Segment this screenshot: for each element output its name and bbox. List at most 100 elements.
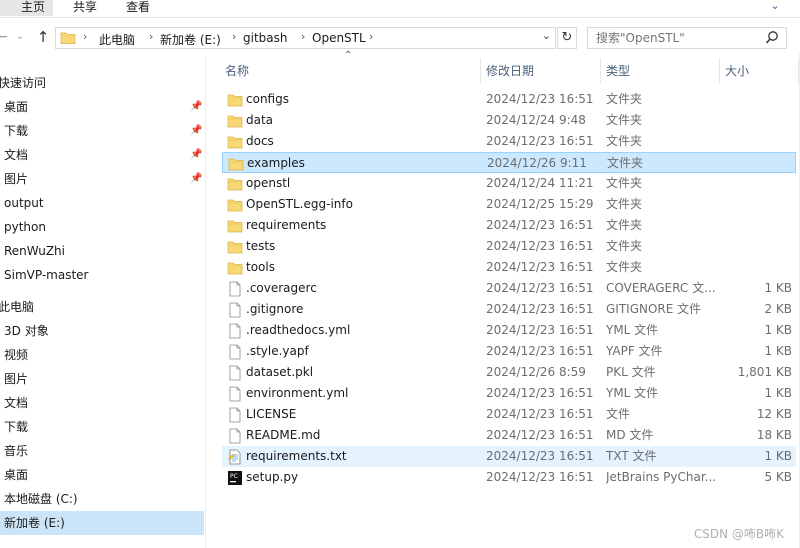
- file-name: .coveragerc: [246, 281, 317, 295]
- address-row: ← ⌄ ↑ › 此电脑 › 新加卷 (E:) › gitbash › OpenS…: [0, 24, 800, 52]
- file-row[interactable]: data 2024/12/24 9:48 文件夹: [222, 110, 796, 131]
- file-row[interactable]: openstl 2024/12/24 11:21 文件夹: [222, 173, 796, 194]
- file-row[interactable]: requirements.txt 2024/12/23 16:51 TXT 文件 1 …: [222, 446, 796, 467]
- nav-item-pc-downloads[interactable]: 下载: [0, 415, 204, 439]
- file-name: README.md: [246, 428, 321, 442]
- nav-item-pc-pictures[interactable]: 图片: [0, 367, 204, 391]
- refresh-icon[interactable]: ↻: [557, 27, 577, 49]
- nav-item-videos[interactable]: 视频: [0, 343, 204, 367]
- file-row[interactable]: .style.yapf 2024/12/23 16:51 YAPF 文件 1 KB: [222, 341, 796, 362]
- tab-view[interactable]: 查看: [126, 0, 150, 16]
- file-row[interactable]: configs 2024/12/23 16:51 文件夹: [222, 89, 796, 110]
- file-modified-date: 2024/12/23 16:51: [486, 218, 594, 232]
- chevron-right-icon[interactable]: ›: [301, 30, 305, 43]
- file-modified-date: 2024/12/23 16:51: [486, 92, 594, 106]
- pin-icon: 📌: [190, 173, 203, 184]
- file-row[interactable]: examples 2024/12/26 9:11 文件夹: [222, 152, 796, 173]
- nav-item-documents[interactable]: 文档 📌: [0, 143, 204, 167]
- search-input[interactable]: [588, 28, 766, 48]
- nav-quick-access[interactable]: 快速访问: [0, 71, 204, 95]
- file-row[interactable]: .gitignore 2024/12/23 16:51 GITIGNORE 文件 2 …: [222, 299, 796, 320]
- file-modified-date: 2024/12/24 11:21: [486, 176, 594, 190]
- folder-icon: [227, 113, 243, 129]
- column-header-date[interactable]: 修改日期: [486, 58, 534, 84]
- chevron-right-icon[interactable]: ›: [369, 30, 373, 43]
- folder-icon: [227, 239, 243, 255]
- breadcrumb-this-pc[interactable]: 此电脑: [99, 31, 135, 48]
- file-icon: [227, 323, 243, 339]
- column-header-size[interactable]: 大小: [725, 58, 749, 84]
- nav-item-desktop[interactable]: 桌面 📌: [0, 95, 204, 119]
- column-divider[interactable]: [600, 58, 601, 84]
- file-name: tests: [246, 239, 276, 253]
- file-row[interactable]: .coveragerc 2024/12/23 16:51 COVERAGERC 文.…: [222, 278, 796, 299]
- folder-icon: [227, 218, 243, 234]
- folder-icon: [227, 260, 243, 276]
- search-box: [587, 27, 787, 49]
- nav-item-pictures[interactable]: 图片 📌: [0, 167, 204, 191]
- nav-item-pc-desktop[interactable]: 桌面: [0, 463, 204, 487]
- nav-item-downloads[interactable]: 下载 📌: [0, 119, 204, 143]
- file-row[interactable]: .readthedocs.yml 2024/12/23 16:51 YML 文件 1 …: [222, 320, 796, 341]
- nav-item-simvp-master[interactable]: SimVP-master: [0, 263, 204, 287]
- file-name: requirements: [246, 218, 327, 232]
- nav-item-python[interactable]: python: [0, 215, 204, 239]
- expand-ribbon-icon[interactable]: ⌄: [768, 0, 782, 13]
- chevron-right-icon[interactable]: ›: [232, 30, 236, 43]
- file-size: 1,801 KB: [737, 365, 792, 379]
- file-row[interactable]: requirements 2024/12/23 16:51 文件夹: [222, 215, 796, 236]
- nav-item-renwuzhi[interactable]: RenWuZhi: [0, 239, 204, 263]
- column-header-type[interactable]: 类型: [606, 58, 630, 84]
- breadcrumb-openstl[interactable]: OpenSTL: [312, 31, 366, 45]
- file-row[interactable]: dataset.pkl 2024/12/26 8:59 PKL 文件 1,801 KB: [222, 362, 796, 383]
- tab-home[interactable]: 主页: [0, 0, 53, 16]
- column-header-name[interactable]: 名称: [225, 58, 249, 84]
- file-size: 1 KB: [764, 386, 792, 400]
- file-type: 文件夹: [606, 176, 643, 190]
- nav-item-output[interactable]: output: [0, 191, 204, 215]
- address-dropdown-icon[interactable]: ⌄: [542, 29, 551, 42]
- recent-locations-dropdown-icon[interactable]: ⌄: [12, 28, 28, 46]
- file-name: environment.yml: [246, 386, 349, 400]
- up-arrow-icon[interactable]: ↑: [35, 28, 51, 46]
- file-row[interactable]: docs 2024/12/23 16:51 文件夹: [222, 131, 796, 152]
- nav-item-pc-documents[interactable]: 文档: [0, 391, 204, 415]
- file-type: 文件夹: [606, 260, 643, 274]
- file-type: YML 文件: [606, 386, 659, 400]
- nav-item-local-disk-c[interactable]: 本地磁盘 (C:): [0, 487, 204, 511]
- file-row[interactable]: LICENSE 2024/12/23 16:51 文件 12 KB: [222, 404, 796, 425]
- folder-icon: [227, 134, 243, 150]
- file-row[interactable]: README.md 2024/12/23 16:51 MD 文件 18 KB: [222, 425, 796, 446]
- watermark: CSDN @咘B咘K: [693, 527, 784, 541]
- ribbon: 主页 共享 查看 ⌄: [0, 0, 800, 18]
- file-modified-date: 2024/12/23 16:51: [486, 386, 594, 400]
- nav-item-music[interactable]: 音乐: [0, 439, 204, 463]
- file-row[interactable]: environment.yml 2024/12/23 16:51 YML 文件 1 K…: [222, 383, 796, 404]
- file-type: JetBrains PyChar...: [606, 470, 717, 484]
- tab-share[interactable]: 共享: [73, 0, 97, 16]
- file-row[interactable]: OpenSTL.egg-info 2024/12/25 15:29 文件夹: [222, 194, 796, 215]
- column-divider[interactable]: [719, 58, 720, 84]
- breadcrumb-gitbash[interactable]: gitbash: [243, 31, 287, 45]
- nav-this-pc[interactable]: 此电脑: [0, 295, 204, 319]
- nav-item-drive-e[interactable]: 新加卷 (E:): [0, 511, 204, 535]
- back-arrow-icon[interactable]: ←: [0, 28, 10, 46]
- pin-icon: 📌: [190, 149, 203, 160]
- chevron-right-icon[interactable]: ›: [83, 30, 87, 43]
- file-icon: [227, 344, 243, 360]
- file-type: 文件夹: [606, 218, 643, 232]
- file-row[interactable]: tests 2024/12/23 16:51 文件夹: [222, 236, 796, 257]
- file-icon: [227, 386, 243, 402]
- breadcrumb-drive-e[interactable]: 新加卷 (E:): [160, 31, 221, 48]
- search-icon[interactable]: [764, 29, 780, 47]
- chevron-right-icon[interactable]: ›: [149, 30, 153, 43]
- file-name: .readthedocs.yml: [246, 323, 351, 337]
- file-name: openstl: [246, 176, 291, 190]
- column-divider[interactable]: [480, 58, 481, 84]
- address-bar[interactable]: › 此电脑 › 新加卷 (E:) › gitbash › OpenSTL › ⌄: [55, 27, 556, 49]
- file-list: ⌃ 名称 修改日期 类型 大小 configs 2024/12/23 16:51 文…: [210, 50, 800, 548]
- file-row[interactable]: tools 2024/12/23 16:51 文件夹: [222, 257, 796, 278]
- file-row[interactable]: PC setup.py 2024/12/23 16:51 JetBrains PyCh…: [222, 467, 796, 488]
- file-modified-date: 2024/12/25 15:29: [486, 197, 594, 211]
- nav-item-3d-objects[interactable]: 3D 对象: [0, 319, 204, 343]
